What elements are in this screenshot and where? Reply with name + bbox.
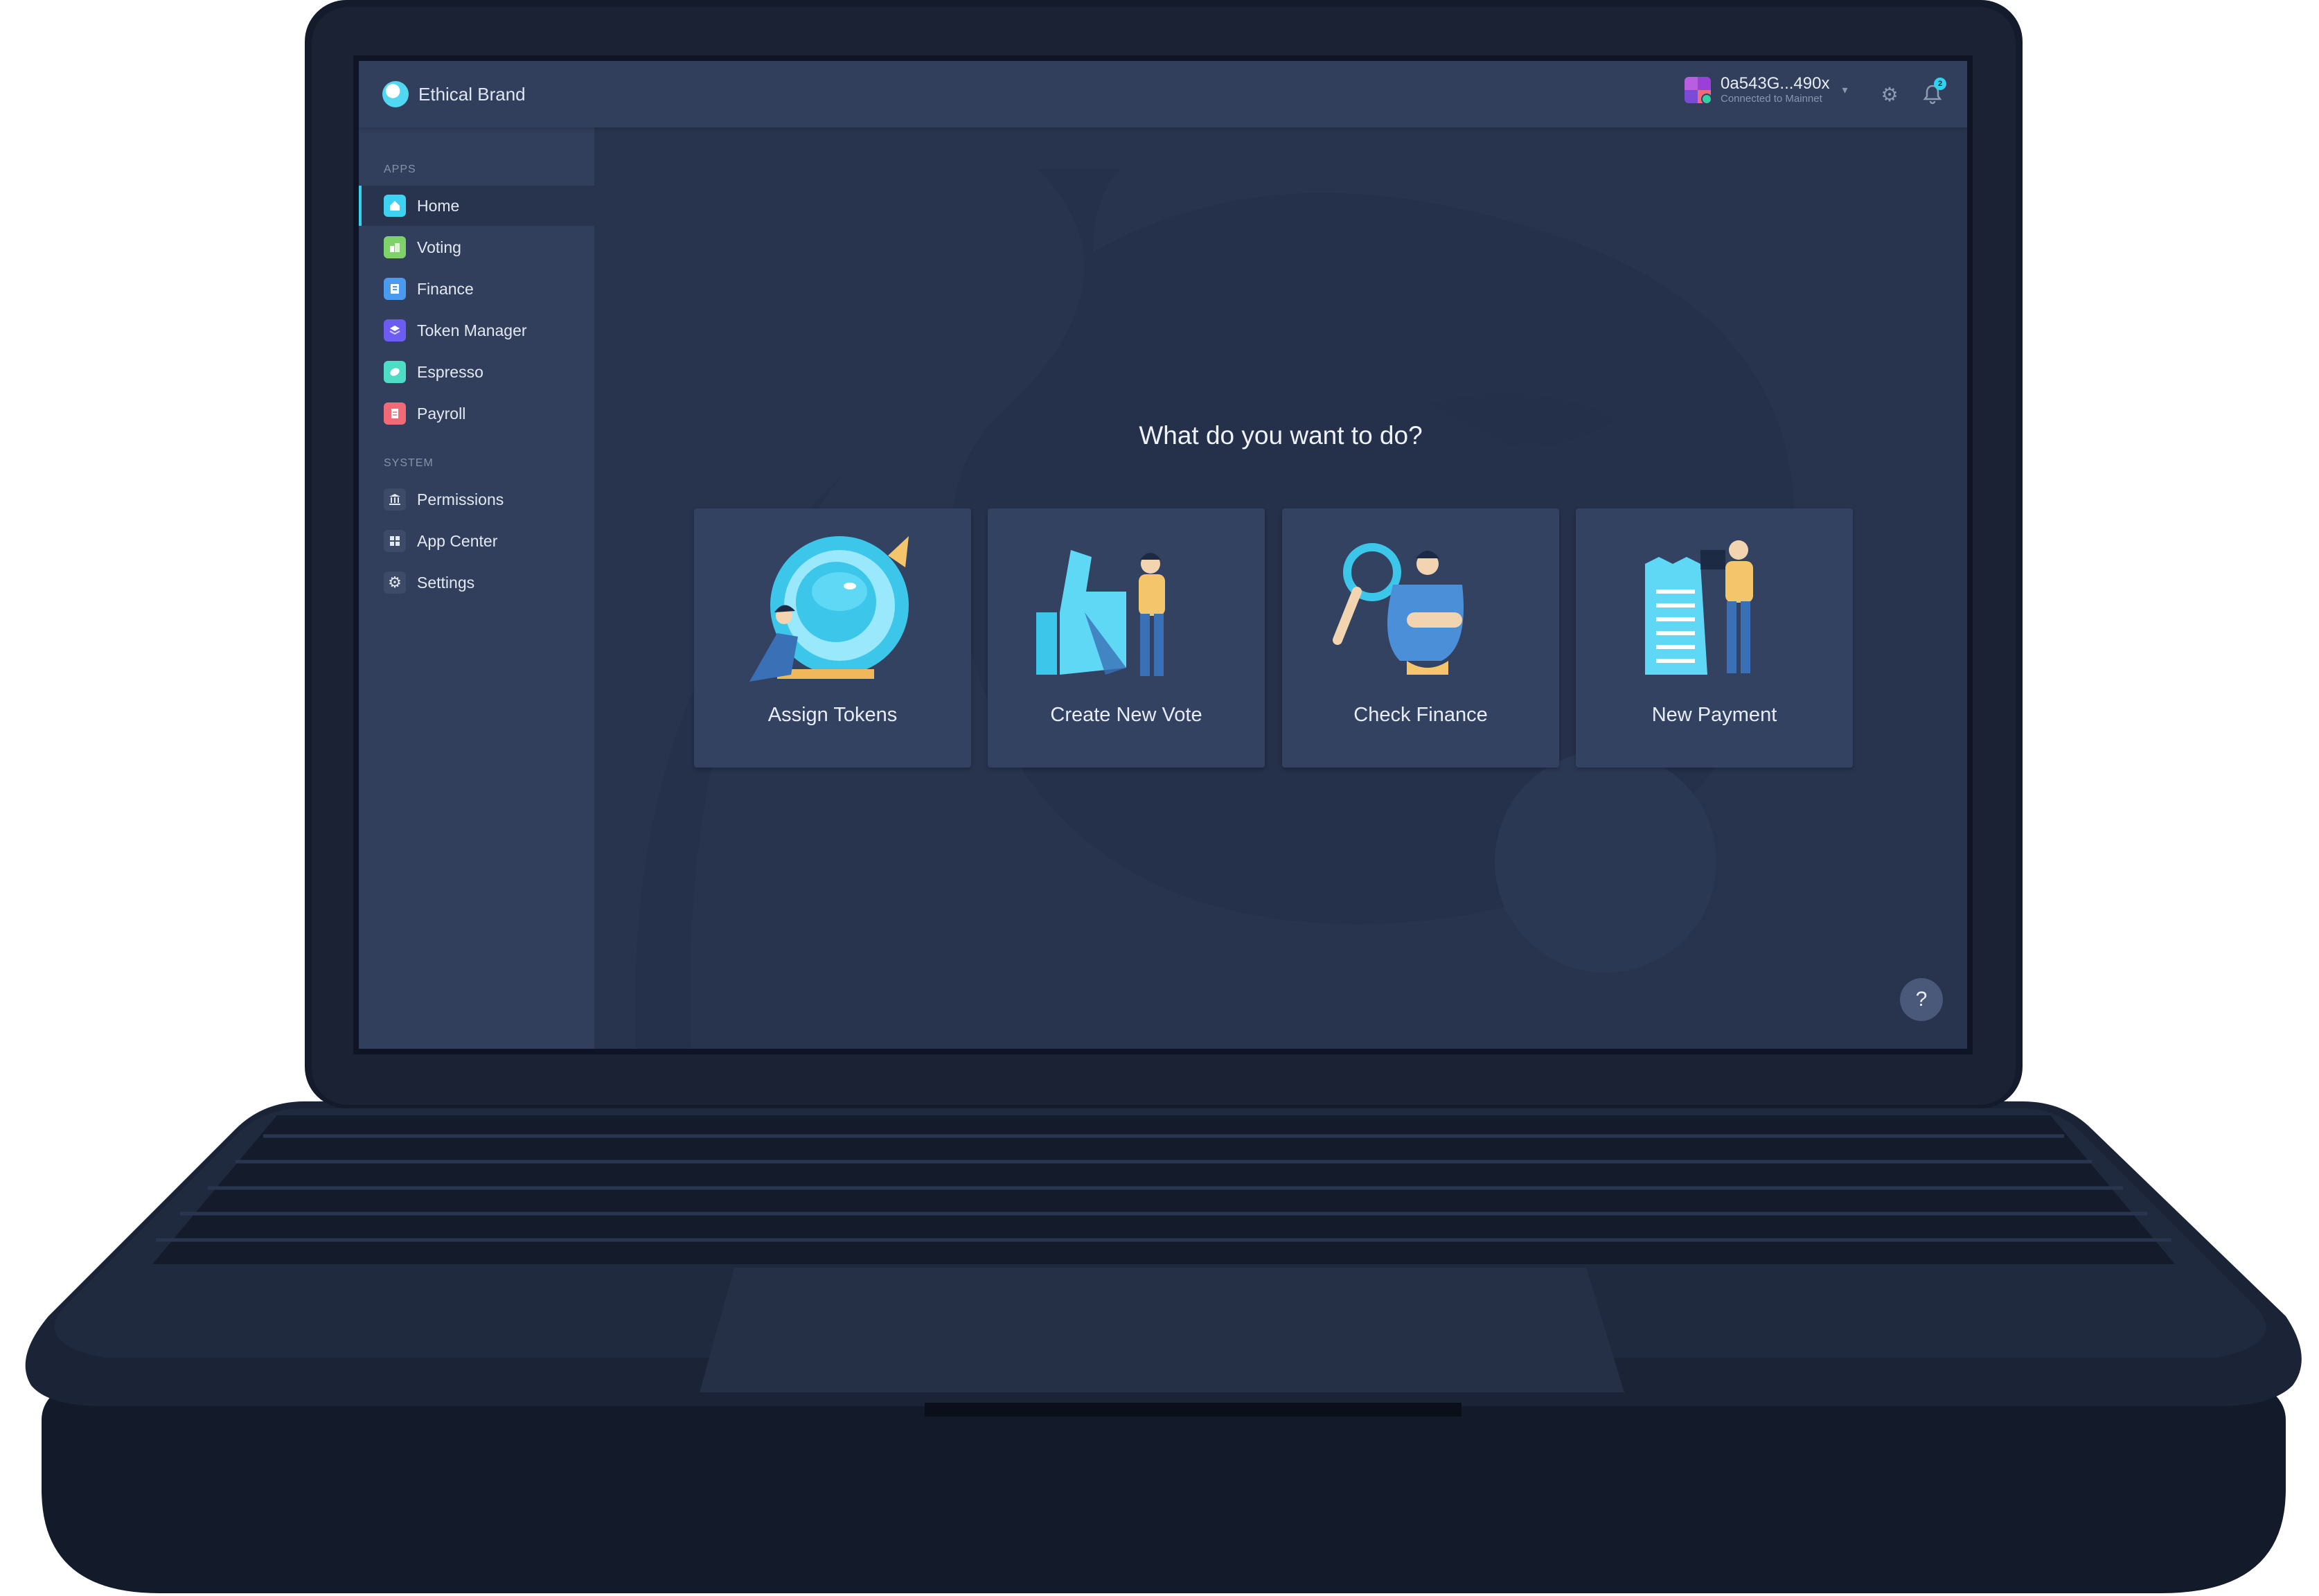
org-name: Ethical Brand bbox=[418, 83, 526, 105]
sidebar-item-espresso[interactable]: Espresso bbox=[359, 352, 594, 392]
sidebar-item-label: Payroll bbox=[417, 404, 466, 423]
new-payment-card[interactable]: New Payment bbox=[1576, 508, 1853, 768]
account-address: 0a543G...490x bbox=[1721, 74, 1830, 93]
sidebar-item-label: Finance bbox=[417, 279, 474, 298]
espresso-icon bbox=[384, 361, 406, 383]
bell-icon[interactable]: 2 bbox=[1920, 78, 1946, 107]
voting-icon bbox=[384, 236, 406, 258]
system-heading: SYSTEM bbox=[384, 457, 434, 469]
action-label: Check Finance bbox=[1353, 704, 1488, 726]
sidebar-item-label: Home bbox=[417, 196, 460, 215]
create-new-vote-card[interactable]: Create New Vote bbox=[988, 508, 1265, 768]
finance-icon bbox=[384, 278, 406, 300]
sidebar-item-token-manager[interactable]: Token Manager bbox=[359, 310, 594, 351]
org-switcher[interactable]: Ethical Brand bbox=[382, 79, 526, 109]
receipt-illustration bbox=[1645, 540, 1753, 675]
magnifier-illustration bbox=[1333, 543, 1464, 675]
help-button[interactable]: ? bbox=[1900, 978, 1943, 1021]
app-center-icon bbox=[384, 530, 406, 552]
chevron-down-icon: ▾ bbox=[1842, 85, 1848, 96]
crystal-ball-illustration bbox=[749, 536, 909, 682]
app-screen: Ethical Brand 0a543G...490x Connected to… bbox=[359, 61, 1967, 1049]
org-logo-icon bbox=[382, 81, 409, 107]
account-menu[interactable]: 0a543G...490x Connected to Mainnet ▾ bbox=[1685, 75, 1847, 105]
sidebar-item-settings[interactable]: ⚙ Settings bbox=[359, 562, 594, 603]
sidebar-item-label: Espresso bbox=[417, 362, 483, 381]
network-status: Connected to Mainnet bbox=[1721, 93, 1822, 105]
sidebar-item-label: Voting bbox=[417, 238, 461, 256]
permissions-icon bbox=[384, 488, 406, 511]
check-finance-card[interactable]: Check Finance bbox=[1282, 508, 1559, 768]
token-manager-icon bbox=[384, 319, 406, 342]
sidebar-item-permissions[interactable]: Permissions bbox=[359, 479, 594, 520]
top-bar: Ethical Brand 0a543G...490x Connected to… bbox=[359, 61, 1967, 127]
action-label: Create New Vote bbox=[1050, 704, 1202, 726]
home-icon bbox=[384, 195, 406, 217]
sidebar-item-label: Token Manager bbox=[417, 321, 527, 339]
action-label: Assign Tokens bbox=[767, 704, 898, 726]
apps-heading: APPS bbox=[384, 163, 416, 175]
assign-tokens-card[interactable]: Assign Tokens bbox=[694, 508, 971, 768]
notification-badge: 2 bbox=[1934, 78, 1946, 90]
gear-icon[interactable]: ⚙ bbox=[1877, 82, 1902, 107]
home-content: What do you want to do? Assign Tokens Cr… bbox=[594, 127, 1967, 1049]
sidebar-item-label: App Center bbox=[417, 531, 498, 550]
sidebar-item-voting[interactable]: Voting bbox=[359, 227, 594, 267]
page-title: What do you want to do? bbox=[1139, 421, 1423, 450]
sidebar-item-label: Permissions bbox=[417, 490, 504, 508]
sidebar-item-app-center[interactable]: App Center bbox=[359, 521, 594, 561]
thumbs-up-illustration bbox=[1036, 550, 1165, 676]
sidebar-item-label: Settings bbox=[417, 573, 475, 592]
sidebar-item-payroll[interactable]: Payroll bbox=[359, 393, 594, 434]
sidebar-item-finance[interactable]: Finance bbox=[359, 269, 594, 309]
action-label: New Payment bbox=[1651, 704, 1777, 726]
sidebar-item-home[interactable]: Home bbox=[359, 186, 594, 226]
sidebar: APPS Home Voting Finance Token Manager E… bbox=[359, 127, 594, 1049]
account-avatar bbox=[1685, 77, 1712, 105]
payroll-icon bbox=[384, 402, 406, 425]
settings-icon: ⚙ bbox=[384, 571, 406, 594]
